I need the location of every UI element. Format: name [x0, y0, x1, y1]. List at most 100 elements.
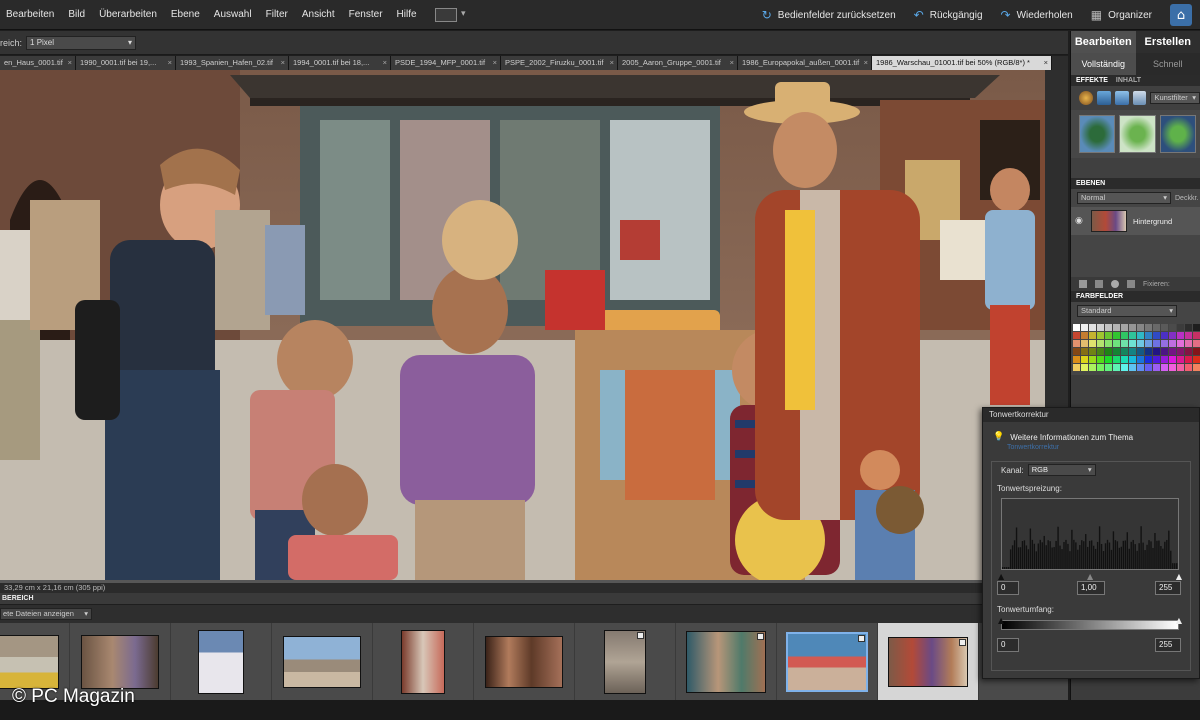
color-swatch[interactable] — [1081, 332, 1088, 339]
color-swatch[interactable] — [1113, 348, 1120, 355]
new-layer-icon[interactable] — [1079, 280, 1087, 288]
close-icon[interactable]: × — [610, 56, 614, 70]
new-group-icon[interactable] — [1095, 280, 1103, 288]
color-swatch[interactable] — [1145, 332, 1152, 339]
tab-erstellen[interactable]: Erstellen — [1135, 31, 1200, 53]
menu-hilfe[interactable]: Hilfe — [397, 9, 417, 20]
bin-thumbnail[interactable] — [171, 623, 272, 700]
menu-bild[interactable]: Bild — [68, 9, 85, 20]
color-swatch[interactable] — [1089, 324, 1096, 331]
effects-tab[interactable]: EFFEKTE — [1076, 75, 1108, 86]
color-swatch[interactable] — [1177, 340, 1184, 347]
channel-dropdown[interactable]: RGB — [1027, 464, 1096, 476]
color-swatch[interactable] — [1137, 356, 1144, 363]
color-swatch[interactable] — [1105, 356, 1112, 363]
swatch-set-dropdown[interactable]: Standard — [1077, 305, 1177, 317]
effect-thumbnail[interactable] — [1079, 115, 1116, 153]
tab-bearbeiten[interactable]: Bearbeiten — [1071, 31, 1136, 53]
output-black-handle[interactable]: ▲ — [998, 616, 1004, 625]
color-swatch[interactable] — [1193, 364, 1200, 371]
doc-tab[interactable]: 2005_Aaron_Gruppe_0001.tif × — [618, 56, 738, 70]
color-swatch[interactable] — [1193, 332, 1200, 339]
color-swatch[interactable] — [1161, 340, 1168, 347]
doc-tab[interactable]: 1990_0001.tif bei 19,... × — [76, 56, 176, 70]
color-swatch[interactable] — [1121, 364, 1128, 371]
color-swatch[interactable] — [1177, 332, 1184, 339]
output-slider[interactable]: ▲ ▲ — [998, 616, 1182, 638]
close-icon[interactable]: × — [281, 56, 285, 70]
doc-tab[interactable]: en_Haus_0001.tif × — [0, 56, 76, 70]
all-effects-icon[interactable] — [1132, 91, 1147, 105]
color-swatch[interactable] — [1137, 364, 1144, 371]
menu-filter[interactable]: Filter — [266, 9, 288, 20]
color-swatch[interactable] — [1169, 340, 1176, 347]
color-swatch[interactable] — [1177, 364, 1184, 371]
color-swatch[interactable] — [1073, 332, 1080, 339]
adjustment-icon[interactable] — [1111, 280, 1119, 288]
blend-mode-dropdown[interactable]: Normal — [1077, 192, 1171, 204]
bin-filter-dropdown[interactable]: ete Dateien anzeigen — [0, 608, 92, 620]
menu-ebene[interactable]: Ebene — [171, 9, 200, 20]
menu-auswahl[interactable]: Auswahl — [214, 9, 252, 20]
color-swatch[interactable] — [1097, 364, 1104, 371]
color-swatch[interactable] — [1169, 356, 1176, 363]
lock-icon[interactable] — [1127, 280, 1135, 288]
color-swatch[interactable] — [1145, 324, 1152, 331]
color-swatch[interactable] — [1097, 324, 1104, 331]
color-swatch[interactable] — [1089, 332, 1096, 339]
color-swatch[interactable] — [1097, 340, 1104, 347]
redo-button[interactable]: ↷ Wiederholen — [1001, 8, 1073, 22]
color-swatch[interactable] — [1193, 324, 1200, 331]
color-swatch[interactable] — [1081, 324, 1088, 331]
color-swatch[interactable] — [1129, 340, 1136, 347]
layer-row[interactable]: ◉ Hintergrund — [1071, 207, 1200, 235]
black-point-handle[interactable]: ▲ — [998, 572, 1004, 581]
color-swatch[interactable] — [1177, 324, 1184, 331]
color-swatch[interactable] — [1097, 348, 1104, 355]
gamma-handle[interactable]: ▲ — [1087, 572, 1093, 581]
color-swatch[interactable] — [1081, 340, 1088, 347]
view-layout-icon[interactable] — [434, 7, 466, 22]
bin-thumbnail[interactable] — [575, 623, 676, 700]
color-swatch[interactable] — [1193, 356, 1200, 363]
color-swatch[interactable] — [1121, 340, 1128, 347]
color-swatch[interactable] — [1145, 340, 1152, 347]
color-swatch[interactable] — [1121, 332, 1128, 339]
color-swatch[interactable] — [1161, 364, 1168, 371]
color-swatch[interactable] — [1081, 348, 1088, 355]
color-swatch[interactable] — [1145, 364, 1152, 371]
color-swatch[interactable] — [1073, 340, 1080, 347]
color-swatch[interactable] — [1153, 340, 1160, 347]
doc-tab-active[interactable]: 1986_Warschau_01001.tif bei 50% (RGB/8*)… — [872, 56, 1052, 70]
effects-category-dropdown[interactable]: Kunstfilter — [1150, 92, 1200, 104]
color-swatch[interactable] — [1137, 348, 1144, 355]
effect-thumbnail[interactable] — [1119, 115, 1156, 153]
bin-thumbnail-active[interactable] — [878, 623, 979, 700]
output-black-field[interactable]: 0 — [997, 638, 1019, 652]
color-swatch[interactable] — [1073, 348, 1080, 355]
close-icon[interactable]: × — [864, 56, 868, 70]
color-swatch[interactable] — [1097, 332, 1104, 339]
color-swatch[interactable] — [1185, 364, 1192, 371]
swatch-grid[interactable] — [1071, 320, 1200, 375]
color-swatch[interactable] — [1185, 340, 1192, 347]
doc-tab[interactable]: PSDE_1994_MFP_0001.tif × — [391, 56, 501, 70]
tab-schnell[interactable]: Schnell — [1136, 53, 1200, 75]
bin-thumbnail[interactable] — [272, 623, 373, 700]
color-swatch[interactable] — [1129, 324, 1136, 331]
color-swatch[interactable] — [1089, 348, 1096, 355]
bin-thumbnail[interactable] — [474, 623, 575, 700]
color-swatch[interactable] — [1153, 332, 1160, 339]
photo-effect-icon[interactable] — [1114, 91, 1129, 105]
color-swatch[interactable] — [1153, 356, 1160, 363]
color-swatch[interactable] — [1153, 364, 1160, 371]
color-swatch[interactable] — [1169, 364, 1176, 371]
color-swatch[interactable] — [1137, 340, 1144, 347]
color-swatch[interactable] — [1129, 332, 1136, 339]
input-black-field[interactable]: 0 — [997, 581, 1019, 595]
color-swatch[interactable] — [1161, 324, 1168, 331]
content-tab[interactable]: INHALT — [1116, 75, 1141, 86]
menu-ansicht[interactable]: Ansicht — [302, 9, 335, 20]
color-swatch[interactable] — [1169, 348, 1176, 355]
color-swatch[interactable] — [1089, 356, 1096, 363]
